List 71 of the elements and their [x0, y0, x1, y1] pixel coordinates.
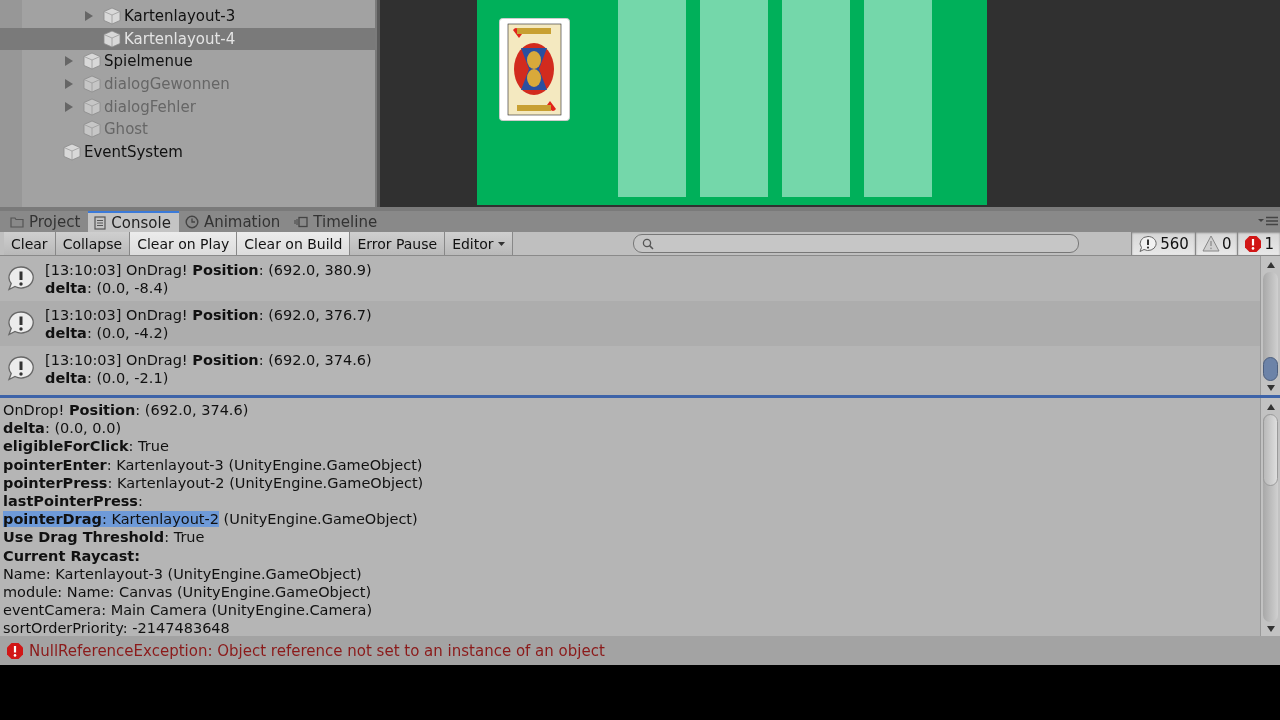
info-bubble-icon	[1138, 234, 1159, 253]
panel-tab[interactable]: Animation	[178, 211, 289, 232]
log-message: [13:10:03] OnDrag! Position: (692.0, 374.6)	[45, 350, 372, 369]
toolbar-button[interactable]: Clear	[4, 232, 56, 255]
cube-icon	[103, 29, 121, 48]
scrollbar-thumb[interactable]	[1263, 414, 1278, 486]
log-entry[interactable]: [13:10:03] OnDrag! Position: (692.0, 376.7) delta: (0.0, -4.2)	[0, 301, 1260, 346]
log-counter-toggle[interactable]: 560	[1131, 232, 1195, 255]
menu-icon[interactable]	[1258, 216, 1278, 226]
detail-line: eventCamera: Main Camera (UnityEngine.Camera)	[3, 601, 374, 620]
log-counter-toggle[interactable]: 0	[1194, 232, 1238, 255]
detail-line: Use Drag Threshold: True	[3, 528, 206, 547]
status-message: NullReferenceException: Object reference not set to an instance of an object	[29, 641, 605, 660]
detail-line: pointerPress: Kartenlayout-2 (UnityEngine.GameObject)	[3, 473, 425, 492]
detail-line: eligibleForClick: True	[3, 437, 170, 456]
detail-line: pointerEnter: Kartenlayout-3 (UnityEngine.GameObject)	[3, 455, 424, 474]
scroll-down-icon[interactable]	[1265, 625, 1276, 633]
info-bubble-icon	[6, 354, 36, 383]
timeline-icon	[294, 215, 309, 228]
toggle-button[interactable]: Clear on Play	[130, 232, 238, 255]
scroll-down-icon[interactable]	[1265, 384, 1276, 392]
detail-line: Name: Kartenlayout-3 (UnityEngine.GameObject)	[3, 564, 363, 583]
hierarchy-item[interactable]: EventSystem	[0, 140, 375, 164]
panel-tab[interactable]: Timeline	[288, 211, 386, 232]
log-detail: delta: (0.0, -2.1)	[45, 368, 170, 387]
detail-line: pointerDrag: Kartenlayout-2 (UnityEngine.GameObject)	[3, 510, 419, 529]
editor-dropdown[interactable]: Editor	[445, 232, 513, 255]
collapsed-arrow-icon[interactable]	[64, 79, 74, 90]
toggle-button[interactable]: Error Pause	[350, 232, 446, 255]
log-message: [13:10:03] OnDrag! Position: (692.0, 380.9)	[45, 260, 372, 279]
info-bubble-icon	[6, 264, 36, 293]
warning-icon	[1201, 235, 1220, 252]
panel-tab[interactable]: Console	[88, 211, 179, 232]
hierarchy-item[interactable]: Kartenlayout-3	[0, 5, 375, 28]
error-icon	[6, 641, 24, 660]
log-detail: delta: (0.0, -8.4)	[45, 278, 170, 297]
log-message: [13:10:03] OnDrag! Position: (692.0, 376.7)	[45, 305, 372, 324]
detail-line: sortOrderPriority: -2147483648	[3, 619, 231, 636]
scroll-up-icon[interactable]	[1265, 403, 1276, 411]
collapsed-arrow-icon[interactable]	[64, 101, 74, 112]
hierarchy-item[interactable]: Spielmenue	[0, 50, 375, 73]
cube-icon	[83, 75, 101, 94]
scrollbar-thumb[interactable]	[1263, 357, 1278, 381]
scrollbar[interactable]	[1260, 398, 1280, 636]
cube-icon	[83, 97, 101, 116]
collapsed-arrow-icon[interactable]	[84, 11, 94, 22]
search-icon	[641, 237, 654, 250]
cube-icon	[103, 7, 121, 26]
log-detail: delta: (0.0, -4.2)	[45, 323, 170, 342]
log-counter-toggle[interactable]: 1	[1237, 232, 1280, 255]
detail-line: OnDrop! Position: (692.0, 374.6)	[3, 401, 250, 420]
detail-line: lastPointerPress:	[3, 491, 144, 511]
panel-tab[interactable]: Project	[4, 211, 89, 232]
detail-line: delta: (0.0, 0.0)	[3, 419, 123, 438]
folder-icon	[10, 215, 24, 228]
error-icon	[1244, 234, 1263, 253]
toggle-button[interactable]: Clear on Build	[237, 232, 351, 255]
collapsed-arrow-icon[interactable]	[64, 56, 74, 67]
clock-icon	[184, 214, 199, 229]
detail-line: Current Raycast:	[3, 546, 142, 565]
cube-icon	[83, 52, 101, 71]
search-field[interactable]	[632, 234, 1080, 253]
scroll-up-icon[interactable]	[1265, 261, 1276, 269]
cube-icon	[83, 120, 101, 139]
cube-icon	[63, 142, 81, 161]
scrollbar[interactable]	[1260, 256, 1280, 395]
detail-line: module: Name: Canvas (UnityEngine.GameObject)	[3, 582, 373, 602]
toggle-button[interactable]: Collapse	[55, 232, 131, 255]
caret-icon	[497, 241, 505, 246]
info-bubble-icon	[6, 309, 36, 338]
document-icon	[94, 215, 107, 230]
